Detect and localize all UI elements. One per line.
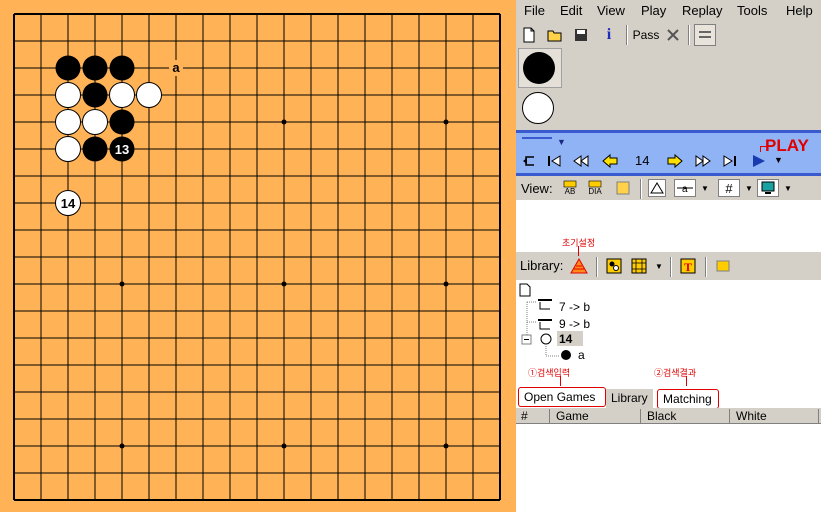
white-stone [55,109,81,135]
col-game[interactable]: Game [551,409,641,423]
star-point [443,443,449,449]
view-monitor-icon[interactable] [757,179,779,197]
white-stone [55,82,81,108]
view-monitor-dropdown-icon[interactable]: ▼ [782,179,794,197]
move-number: 14 [635,153,650,168]
menu-replay[interactable]: Replay [682,3,722,18]
library-triangle-icon[interactable] [570,257,588,275]
black-stone [109,55,135,81]
tree-variation-2[interactable]: 9 -> b [559,317,590,331]
note-search-input: ①검색입력 [528,368,571,378]
menu-edit[interactable]: Edit [560,3,582,18]
black-stone-icon [523,52,555,84]
bottom-tabs: Open Games Library Matching [516,386,821,409]
move-label: 13 [115,142,129,157]
save-disk-icon[interactable] [570,24,592,46]
view-ab-icon[interactable]: AB [561,179,579,197]
library-grid-dropdown-icon[interactable]: ▼ [653,257,665,275]
tab-open-games[interactable]: Open Games [518,387,606,407]
white-stone [136,82,162,108]
tab-matching[interactable]: Matching [657,389,719,409]
black-stone [82,82,108,108]
star-point [281,443,287,449]
play-dropdown-icon[interactable]: ▼ [774,155,783,165]
svg-text:T: T [684,260,692,274]
close-x-icon[interactable] [662,24,684,46]
white-stone [109,82,135,108]
results-grid-header: # Game Black White [516,408,821,424]
main-toolbar: i Pass [516,22,821,48]
go-board[interactable]: 13 14 a [0,0,516,512]
svg-text:a: a [682,184,688,195]
results-grid-body[interactable] [516,424,821,512]
fast-forward-icon[interactable] [693,151,713,171]
white-player-indicator [518,89,562,129]
library-text-icon[interactable]: T [679,257,697,275]
tab-library[interactable]: Library [606,389,653,409]
white-stone [82,109,108,135]
play-label: PLAY [765,136,809,155]
menu-file[interactable]: File [524,3,545,18]
view-toolbar: View: AB DIA a ▼ # ▼ ▼ [516,176,821,200]
star-point [119,281,125,287]
black-stone [82,136,108,162]
first-move-icon[interactable] [544,151,564,171]
view-label-dropdown-icon[interactable]: ▼ [699,179,711,197]
nav-dropdown-icon[interactable]: ▼ [557,137,566,147]
white-stone-icon [522,92,554,124]
library-label: Library: [520,258,564,273]
col-number[interactable]: # [516,409,550,423]
equals-button[interactable] [694,24,716,46]
star-point [119,443,125,449]
white-stone [55,136,81,162]
view-dia-icon[interactable]: DIA [586,179,604,197]
view-grid-icon[interactable]: # [718,179,740,197]
last-move-icon[interactable] [720,151,740,171]
black-stone [109,109,135,135]
library-toolbar: Library: ▼ T [516,252,821,280]
tree-variation-1[interactable]: 7 -> b [559,300,590,314]
library-grid-icon[interactable] [630,257,648,275]
library-comment-icon[interactable] [714,257,732,275]
board-marker-label: a [172,60,180,75]
game-tree[interactable]: 7 -> b 9 -> b 14 a ①검색입력 ②검색결과 [516,280,821,386]
view-comment-icon[interactable] [614,179,632,197]
menu-bar: File Edit View Play Replay Tools Help [516,0,821,22]
back-arrow-icon[interactable] [600,151,620,171]
black-stone [82,55,108,81]
new-file-icon[interactable] [518,24,540,46]
menu-play[interactable]: Play [641,3,666,18]
pass-button[interactable]: Pass [632,24,660,46]
tree-branch-a[interactable]: a [578,348,585,362]
fast-back-icon[interactable] [571,151,591,171]
library-pattern-icon[interactable] [605,257,623,275]
black-player-indicator [518,48,562,88]
go-board-area[interactable]: 13 14 a [0,0,516,512]
view-label: View: [521,181,553,196]
col-black[interactable]: Black [642,409,730,423]
move-label: 14 [61,196,76,211]
view-triangle-icon[interactable] [648,179,666,197]
view-label-icon[interactable]: a [674,179,696,197]
star-point [281,119,287,125]
open-folder-icon[interactable] [544,24,566,46]
star-point [443,119,449,125]
note-search-result: ②검색결과 [654,368,697,378]
tree-current-move[interactable]: 14 [559,332,572,346]
menu-tools[interactable]: Tools [737,3,767,18]
star-point [443,281,449,287]
col-white[interactable]: White [731,409,819,423]
view-grid-dropdown-icon[interactable]: ▼ [743,179,755,197]
branch-back-icon[interactable] [519,151,539,171]
side-panel: File Edit View Play Replay Tools Help i … [516,0,821,512]
info-icon[interactable]: i [598,24,620,46]
star-point [281,281,287,287]
black-stone [55,55,81,81]
forward-arrow-icon[interactable] [665,151,685,171]
menu-help[interactable]: Help [786,3,813,18]
menu-view[interactable]: View [597,3,625,18]
